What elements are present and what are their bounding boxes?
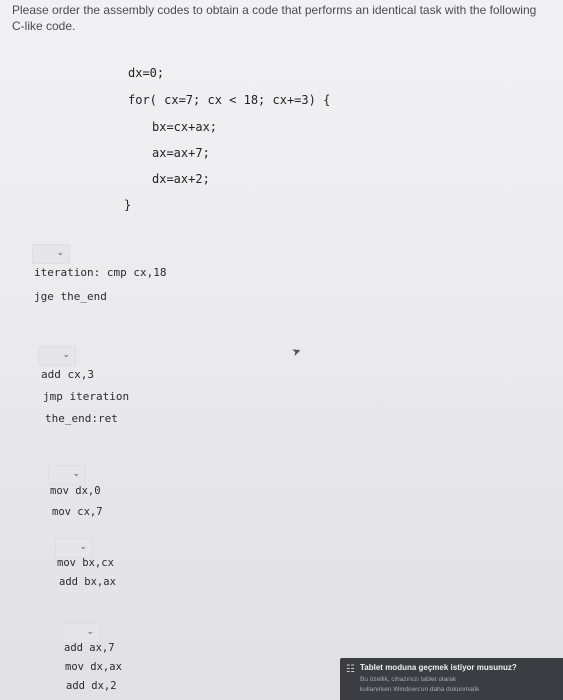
asm-line: add dx,2 xyxy=(66,680,117,692)
chevron-down-icon: ⌄ xyxy=(86,626,94,636)
order-dropdown-3[interactable]: ⌄ xyxy=(48,465,86,485)
notification-title: Tablet moduna geçmek istiyor musunuz? xyxy=(360,663,517,672)
mouse-cursor-icon: ➤ xyxy=(290,344,304,360)
c-code-line: ax=ax+7; xyxy=(152,146,210,160)
chevron-down-icon: ⌄ xyxy=(62,349,70,359)
chevron-down-icon: ⌄ xyxy=(72,468,80,478)
quiz-page: Please order the assembly codes to obtai… xyxy=(0,0,563,700)
order-dropdown-4[interactable]: ⌄ xyxy=(55,538,93,558)
asm-line: mov dx,ax xyxy=(65,661,122,673)
asm-line: jge the_end xyxy=(34,290,107,303)
asm-line: mov bx,cx xyxy=(57,557,114,569)
c-code-line: dx=ax+2; xyxy=(152,172,210,186)
tablet-mode-icon: ☷ xyxy=(346,664,355,675)
c-code-line: bx=cx+ax; xyxy=(152,120,218,134)
notification-text: kullanırken Windows'un daha dokunmatik xyxy=(360,686,480,693)
asm-line: mov dx,0 xyxy=(50,485,101,497)
c-code-line: dx=0; xyxy=(128,66,165,80)
order-dropdown-2[interactable]: ⌄ xyxy=(38,346,76,366)
c-code-line: for( cx=7; cx < 18; cx+=3) { xyxy=(128,93,331,107)
notification-text: Bu özellik, cihazınızı tablet olarak xyxy=(360,676,457,683)
chevron-down-icon: ⌄ xyxy=(56,247,64,257)
question-text: Please order the assembly codes to obtai… xyxy=(12,3,537,33)
asm-line: add cx,3 xyxy=(41,368,94,381)
asm-line: add bx,ax xyxy=(59,576,116,588)
tablet-mode-notification[interactable]: ☷ Tablet moduna geçmek istiyor musunuz? … xyxy=(340,658,563,700)
asm-line: jmp iteration xyxy=(43,390,130,403)
asm-line: mov cx,7 xyxy=(52,506,103,518)
chevron-down-icon: ⌄ xyxy=(79,541,87,551)
c-code-line: } xyxy=(124,198,132,212)
asm-line: the_end:ret xyxy=(45,412,118,425)
order-dropdown-1[interactable]: ⌄ xyxy=(32,244,70,264)
asm-line: iteration: cmp cx,18 xyxy=(34,266,167,279)
asm-line: add ax,7 xyxy=(64,642,115,654)
order-dropdown-5[interactable]: ⌄ xyxy=(62,623,100,643)
